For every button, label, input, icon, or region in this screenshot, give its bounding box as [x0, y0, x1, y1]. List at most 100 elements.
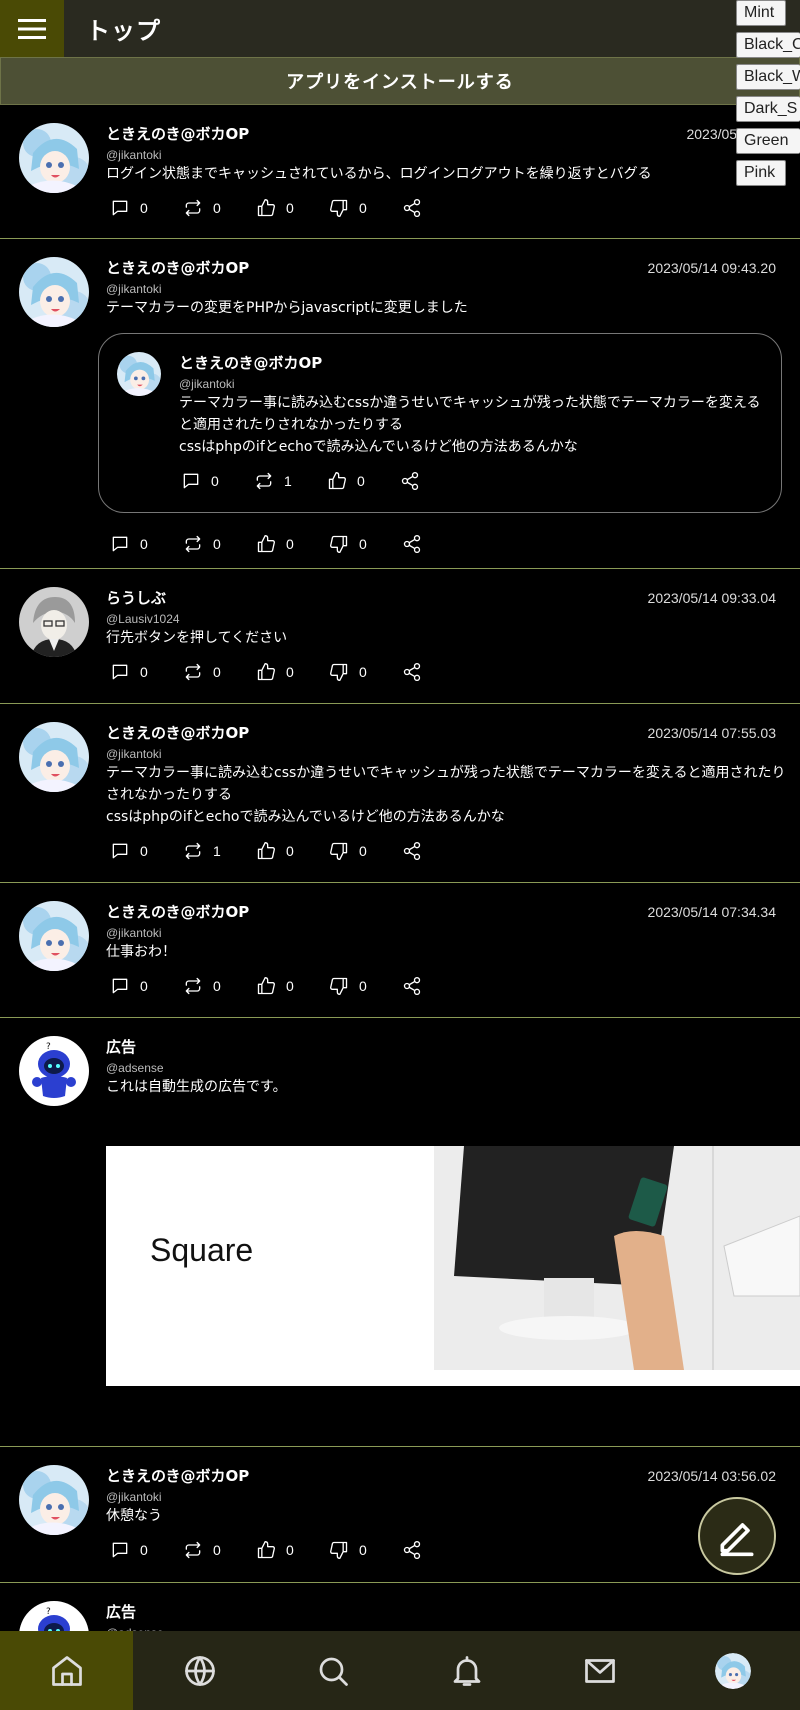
- theme-pink-button[interactable]: Pink: [736, 160, 786, 186]
- dislike-button[interactable]: 0: [329, 198, 402, 218]
- repost-button[interactable]: 0: [183, 1540, 256, 1560]
- post-author-handle: @jikantoki: [179, 377, 235, 391]
- thumbs-up-icon: [256, 198, 276, 218]
- avatar[interactable]: [19, 1465, 89, 1535]
- avatar[interactable]: [19, 123, 89, 193]
- repost-button[interactable]: 1: [183, 841, 256, 861]
- avatar[interactable]: [19, 722, 89, 792]
- reply-count: 0: [140, 1542, 148, 1558]
- repost-button[interactable]: 0: [183, 534, 256, 554]
- share-button[interactable]: [402, 976, 475, 996]
- post-author-name: 広告: [106, 1038, 137, 1056]
- ad-post[interactable]: 広告 @adsense これは自動生成の広告です。 Square: [0, 1018, 800, 1447]
- post-author-name[interactable]: ときえのき@ボカOP: [179, 352, 322, 373]
- theme-green-button[interactable]: Green: [736, 128, 800, 154]
- hamburger-icon: [18, 18, 46, 39]
- post-author-name[interactable]: ときえのき@ボカOP: [106, 901, 249, 922]
- share-button[interactable]: [402, 534, 475, 554]
- repost-icon: [183, 534, 203, 554]
- post-author-name[interactable]: らうしぶ: [106, 587, 166, 608]
- dislike-button[interactable]: 0: [329, 976, 402, 996]
- thumbs-down-icon: [329, 841, 349, 861]
- like-button[interactable]: 0: [256, 534, 329, 554]
- post-item[interactable]: ときえのき@ボカOP 2023/05/14 07:34.34 @jikantok…: [0, 883, 800, 1018]
- nav-home[interactable]: [0, 1631, 134, 1710]
- post-date: 2023/05/14 07:34.34: [647, 904, 776, 920]
- post-item[interactable]: らうしぶ 2023/05/14 09:33.04 @Lausiv1024 行先ボ…: [0, 569, 800, 704]
- thumbs-down-icon: [329, 198, 349, 218]
- repost-button[interactable]: 0: [183, 976, 256, 996]
- reply-button[interactable]: 0: [181, 471, 254, 491]
- repost-button[interactable]: 0: [183, 198, 256, 218]
- dislike-button[interactable]: 0: [329, 1540, 402, 1560]
- like-button[interactable]: 0: [256, 1540, 329, 1560]
- reply-button[interactable]: 0: [110, 534, 183, 554]
- share-icon: [402, 1540, 422, 1560]
- repost-count: 0: [213, 536, 221, 552]
- post-actions: 0 1 0 0: [110, 828, 788, 874]
- post-author-name[interactable]: ときえのき@ボカOP: [106, 1465, 249, 1486]
- like-button[interactable]: 0: [256, 198, 329, 218]
- globe-icon: [185, 1655, 215, 1686]
- reply-button[interactable]: 0: [110, 841, 183, 861]
- reply-button[interactable]: 0: [110, 1540, 183, 1560]
- repost-button[interactable]: 0: [183, 662, 256, 682]
- install-app-button[interactable]: アプリをインストールする: [0, 57, 800, 105]
- post-author-name[interactable]: ときえのき@ボカOP: [106, 257, 249, 278]
- ad-product-image: [434, 1146, 800, 1370]
- nav-global[interactable]: [133, 1631, 266, 1710]
- like-button[interactable]: 0: [327, 471, 400, 491]
- comment-icon: [110, 1540, 130, 1560]
- post-item[interactable]: ときえのき@ボカOP 2023/05/14 10 @jikantoki ログイン…: [0, 105, 800, 239]
- menu-button[interactable]: [0, 0, 64, 57]
- dislike-button[interactable]: 0: [329, 534, 402, 554]
- quoted-post[interactable]: ときえのき@ボカOP @jikantoki テーマカラー事に読み込むcssか違う…: [98, 333, 782, 513]
- dislike-button[interactable]: 0: [329, 662, 402, 682]
- nav-search[interactable]: [267, 1631, 400, 1710]
- theme-dark-s-button[interactable]: Dark_S: [736, 96, 800, 122]
- post-author-name[interactable]: ときえのき@ボカOP: [106, 123, 249, 144]
- avatar[interactable]: [19, 901, 89, 971]
- post-author-handle: @Lausiv1024: [106, 612, 180, 626]
- like-count: 0: [286, 978, 294, 994]
- comment-icon: [110, 198, 130, 218]
- like-button[interactable]: 0: [256, 841, 329, 861]
- theme-black-c-button[interactable]: Black_C: [736, 32, 800, 58]
- post-item[interactable]: ときえのき@ボカOP 2023/05/14 03:56.02 @jikantok…: [0, 1447, 800, 1583]
- nav-profile[interactable]: [667, 1631, 800, 1710]
- reply-button[interactable]: 0: [110, 198, 183, 218]
- like-button[interactable]: 0: [256, 662, 329, 682]
- avatar[interactable]: [117, 352, 161, 396]
- like-button[interactable]: 0: [256, 976, 329, 996]
- avatar[interactable]: [19, 257, 89, 327]
- share-button[interactable]: [402, 662, 475, 682]
- post-item[interactable]: ときえのき@ボカOP 2023/05/14 07:55.03 @jikantok…: [0, 704, 800, 883]
- share-button[interactable]: [402, 198, 475, 218]
- share-button[interactable]: [400, 471, 473, 491]
- thumbs-down-icon: [329, 1540, 349, 1560]
- comment-icon: [110, 841, 130, 861]
- post-author-handle: @adsense: [106, 1061, 164, 1075]
- reply-button[interactable]: 0: [110, 976, 183, 996]
- post-item[interactable]: ときえのき@ボカOP 2023/05/14 09:43.20 @jikantok…: [0, 239, 800, 569]
- dislike-button[interactable]: 0: [329, 841, 402, 861]
- ad-banner[interactable]: Square: [106, 1146, 800, 1386]
- thumbs-up-icon: [256, 534, 276, 554]
- reply-count: 0: [140, 843, 148, 859]
- avatar[interactable]: [19, 587, 89, 657]
- post-text: テーマカラーの変更をPHPからjavascriptに変更しました: [106, 300, 468, 316]
- theme-black-w-button[interactable]: Black_W: [736, 64, 800, 90]
- nav-messages[interactable]: [533, 1631, 666, 1710]
- nav-notifications[interactable]: [400, 1631, 533, 1710]
- reply-button[interactable]: 0: [110, 662, 183, 682]
- share-button[interactable]: [402, 841, 475, 861]
- post-actions: 0 0 0 0: [110, 649, 788, 695]
- theme-mint-button[interactable]: Mint: [736, 0, 786, 26]
- share-icon: [402, 534, 422, 554]
- post-author-handle: @jikantoki: [106, 747, 162, 761]
- post-author-name[interactable]: ときえのき@ボカOP: [106, 722, 249, 743]
- repost-button[interactable]: 1: [254, 471, 327, 491]
- compose-button[interactable]: [698, 1497, 776, 1575]
- thumbs-up-icon: [256, 841, 276, 861]
- share-button[interactable]: [402, 1540, 475, 1560]
